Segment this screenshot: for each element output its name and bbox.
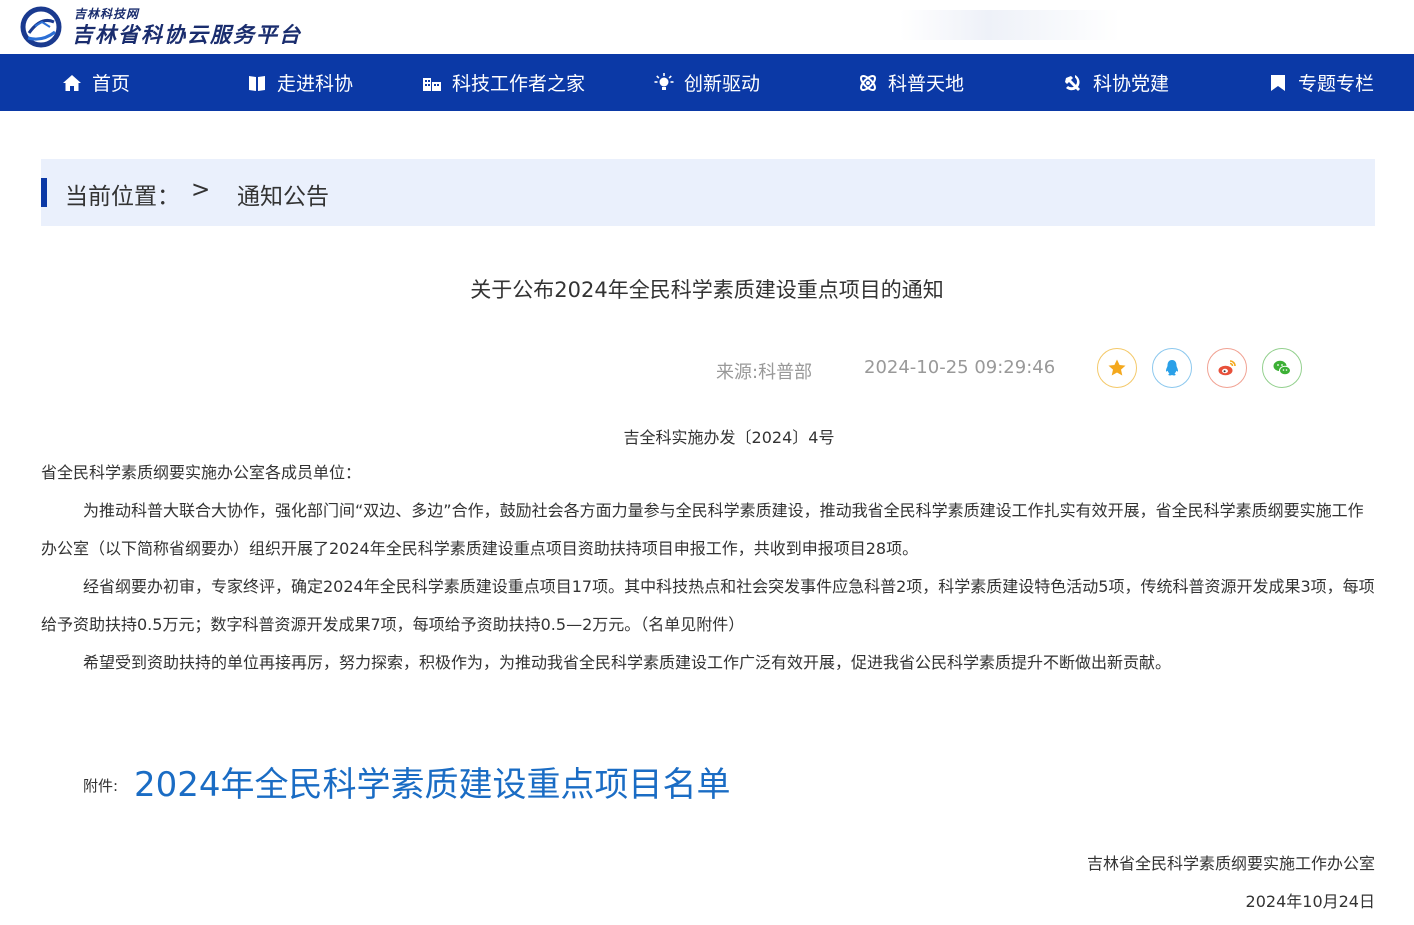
lightbulb-icon bbox=[654, 72, 674, 90]
building-icon bbox=[423, 77, 441, 91]
header-decoration bbox=[900, 10, 1120, 40]
logo-mark-icon bbox=[20, 6, 62, 48]
site-logo[interactable]: 吉林科技网 吉林省科协云服务平台 bbox=[20, 4, 320, 50]
qq-icon bbox=[1166, 360, 1178, 376]
article-date: 2024-10-25 09:29:46 bbox=[864, 357, 1056, 378]
attachment-label: 附件: bbox=[83, 777, 119, 795]
logo-title: 吉林省科协云服务平台 bbox=[72, 22, 302, 47]
attachment-link[interactable]: 2024年全民科学素质建设重点项目名单 bbox=[134, 757, 731, 806]
home-icon bbox=[63, 74, 81, 91]
share-wechat-button[interactable] bbox=[1262, 348, 1302, 388]
nav-item-party-building[interactable]: 科协党建 bbox=[1063, 54, 1169, 111]
share-qq-button[interactable] bbox=[1152, 348, 1192, 388]
document-number: 吉全科实施办发〔2024〕4号 bbox=[623, 428, 835, 447]
nav-item-home[interactable]: 首页 bbox=[62, 54, 130, 111]
nav-item-label: 首页 bbox=[92, 73, 131, 95]
nav-item-about[interactable]: 走进科协 bbox=[247, 54, 353, 111]
favorite-button[interactable] bbox=[1097, 348, 1137, 388]
signature-date: 2024年10月24日 bbox=[1245, 892, 1375, 911]
weibo-icon bbox=[1218, 360, 1236, 376]
article-source: 来源:科普部 bbox=[716, 362, 813, 383]
nav-item-label: 科普天地 bbox=[888, 73, 965, 95]
share-weibo-button[interactable] bbox=[1207, 348, 1247, 388]
breadcrumb-label: 当前位置： bbox=[65, 184, 180, 210]
atom-icon bbox=[860, 74, 876, 91]
nav-item-label: 走进科协 bbox=[277, 73, 354, 95]
hammer-sickle-icon bbox=[1065, 74, 1080, 91]
body-paragraph: 经省纲要办初审，专家终评，确定2024年全民科学素质建设重点项目17项。其中科技… bbox=[41, 577, 1375, 634]
site-header: 吉林科技网 吉林省科协云服务平台 bbox=[0, 0, 1414, 54]
body-paragraph: 希望受到资助扶持的单位再接再厉，努力探索，积极作为，为推动我省全民科学素质建设工… bbox=[83, 653, 1172, 672]
nav-item-scientists-home[interactable]: 科技工作者之家 bbox=[422, 54, 585, 111]
breadcrumb-accent-bar bbox=[41, 178, 47, 207]
favorite-star-icon bbox=[1108, 359, 1126, 376]
book-icon bbox=[249, 75, 265, 91]
signature-organization: 吉林省全民科学素质纲要实施工作办公室 bbox=[1086, 854, 1375, 873]
nav-item-label: 专题专栏 bbox=[1298, 73, 1375, 95]
article-title: 关于公布2024年全民科学素质建设重点项目的通知 bbox=[470, 278, 944, 302]
breadcrumb-current[interactable]: 通知公告 bbox=[237, 177, 329, 211]
breadcrumb: 当前位置： > 通知公告 bbox=[41, 159, 1375, 226]
bookmark-icon bbox=[1271, 74, 1285, 91]
recipient-line: 省全民科学素质纲要实施办公室各成员单位： bbox=[41, 463, 362, 482]
nav-item-innovation[interactable]: 创新驱动 bbox=[654, 54, 760, 111]
breadcrumb-separator: > bbox=[191, 177, 211, 203]
nav-item-popular-science[interactable]: 科普天地 bbox=[858, 54, 964, 111]
nav-item-label: 科技工作者之家 bbox=[452, 73, 586, 95]
nav-item-label: 创新驱动 bbox=[684, 73, 761, 95]
main-nav: 首页 走进科协 科技工作者之家 创新驱动 科普天地 科协党建 专题专栏 bbox=[0, 54, 1414, 111]
wechat-icon bbox=[1273, 360, 1291, 376]
nav-item-special-topics[interactable]: 专题专栏 bbox=[1268, 54, 1374, 111]
body-paragraph: 为推动科普大联合大协作，强化部门间“双边、多边”合作，鼓励社会各方面力量参与全民… bbox=[41, 501, 1364, 558]
nav-item-label: 科协党建 bbox=[1093, 73, 1170, 95]
